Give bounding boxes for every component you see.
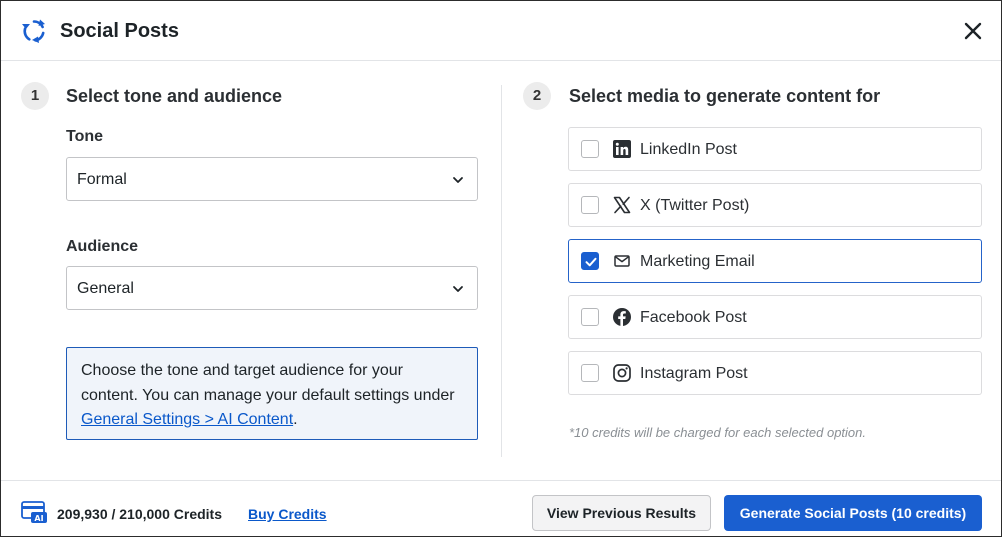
column-divider [501, 85, 502, 457]
tone-info-box: Choose the tone and target audience for … [66, 347, 478, 440]
audience-select-value: General [77, 280, 134, 297]
general-settings-link[interactable]: General Settings > AI Content [81, 411, 293, 428]
generate-social-posts-button[interactable]: Generate Social Posts (10 credits) [724, 495, 982, 531]
audience-label: Audience [66, 238, 139, 255]
linkedin-label: LinkedIn Post [640, 141, 737, 158]
facebook-checkbox[interactable] [581, 308, 599, 326]
tone-select-value: Formal [77, 171, 127, 188]
step-2-title: Select media to generate content for [569, 86, 881, 106]
tone-select[interactable]: Formal [66, 157, 478, 201]
tone-label: Tone [66, 128, 104, 145]
step-2-badge: 2 [523, 82, 551, 110]
info-suffix: . [293, 411, 298, 428]
view-previous-results-button[interactable]: View Previous Results [532, 495, 711, 531]
close-icon[interactable] [961, 19, 985, 43]
social-posts-dialog: Social Posts 1 Select tone and audience … [0, 0, 1002, 537]
media-option-x-twitter[interactable]: X (Twitter Post) [568, 183, 982, 227]
dialog-header: Social Posts [1, 1, 1001, 61]
media-option-linkedin[interactable]: LinkedIn Post [568, 127, 982, 171]
ai-credit-card-icon: AI [21, 501, 47, 523]
x-twitter-checkbox[interactable] [581, 196, 599, 214]
dialog-title: Social Posts [60, 20, 179, 42]
facebook-label: Facebook Post [640, 309, 747, 326]
marketing-email-checkbox[interactable] [581, 252, 599, 270]
facebook-icon [613, 308, 631, 326]
credits-note: *10 credits will be charged for each sel… [569, 425, 867, 440]
refresh-cycle-icon [22, 19, 45, 43]
media-option-instagram[interactable]: Instagram Post [568, 351, 982, 395]
media-option-marketing-email[interactable]: Marketing Email [568, 239, 982, 283]
x-twitter-icon [613, 196, 631, 214]
linkedin-icon [613, 140, 631, 158]
instagram-label: Instagram Post [640, 365, 748, 382]
instagram-checkbox[interactable] [581, 364, 599, 382]
buy-credits-link[interactable]: Buy Credits [248, 505, 327, 523]
checkmark-icon [585, 257, 597, 267]
step-1-title: Select tone and audience [66, 86, 283, 106]
linkedin-checkbox[interactable] [581, 140, 599, 158]
dialog-footer: AI 209,930 / 210,000 Credits Buy Credits… [1, 480, 1001, 536]
media-option-facebook[interactable]: Facebook Post [568, 295, 982, 339]
marketing-email-label: Marketing Email [640, 253, 755, 270]
instagram-icon [613, 364, 631, 382]
chevron-down-icon [453, 286, 463, 292]
mail-icon [614, 255, 630, 267]
audience-select[interactable]: General [66, 266, 478, 310]
x-twitter-label: X (Twitter Post) [640, 197, 750, 214]
chevron-down-icon [453, 177, 463, 183]
credits-balance: 209,930 / 210,000 Credits [57, 506, 223, 522]
svg-text:AI: AI [34, 514, 43, 523]
step-1-badge: 1 [21, 82, 49, 110]
info-text: Choose the tone and target audience for … [81, 362, 455, 404]
